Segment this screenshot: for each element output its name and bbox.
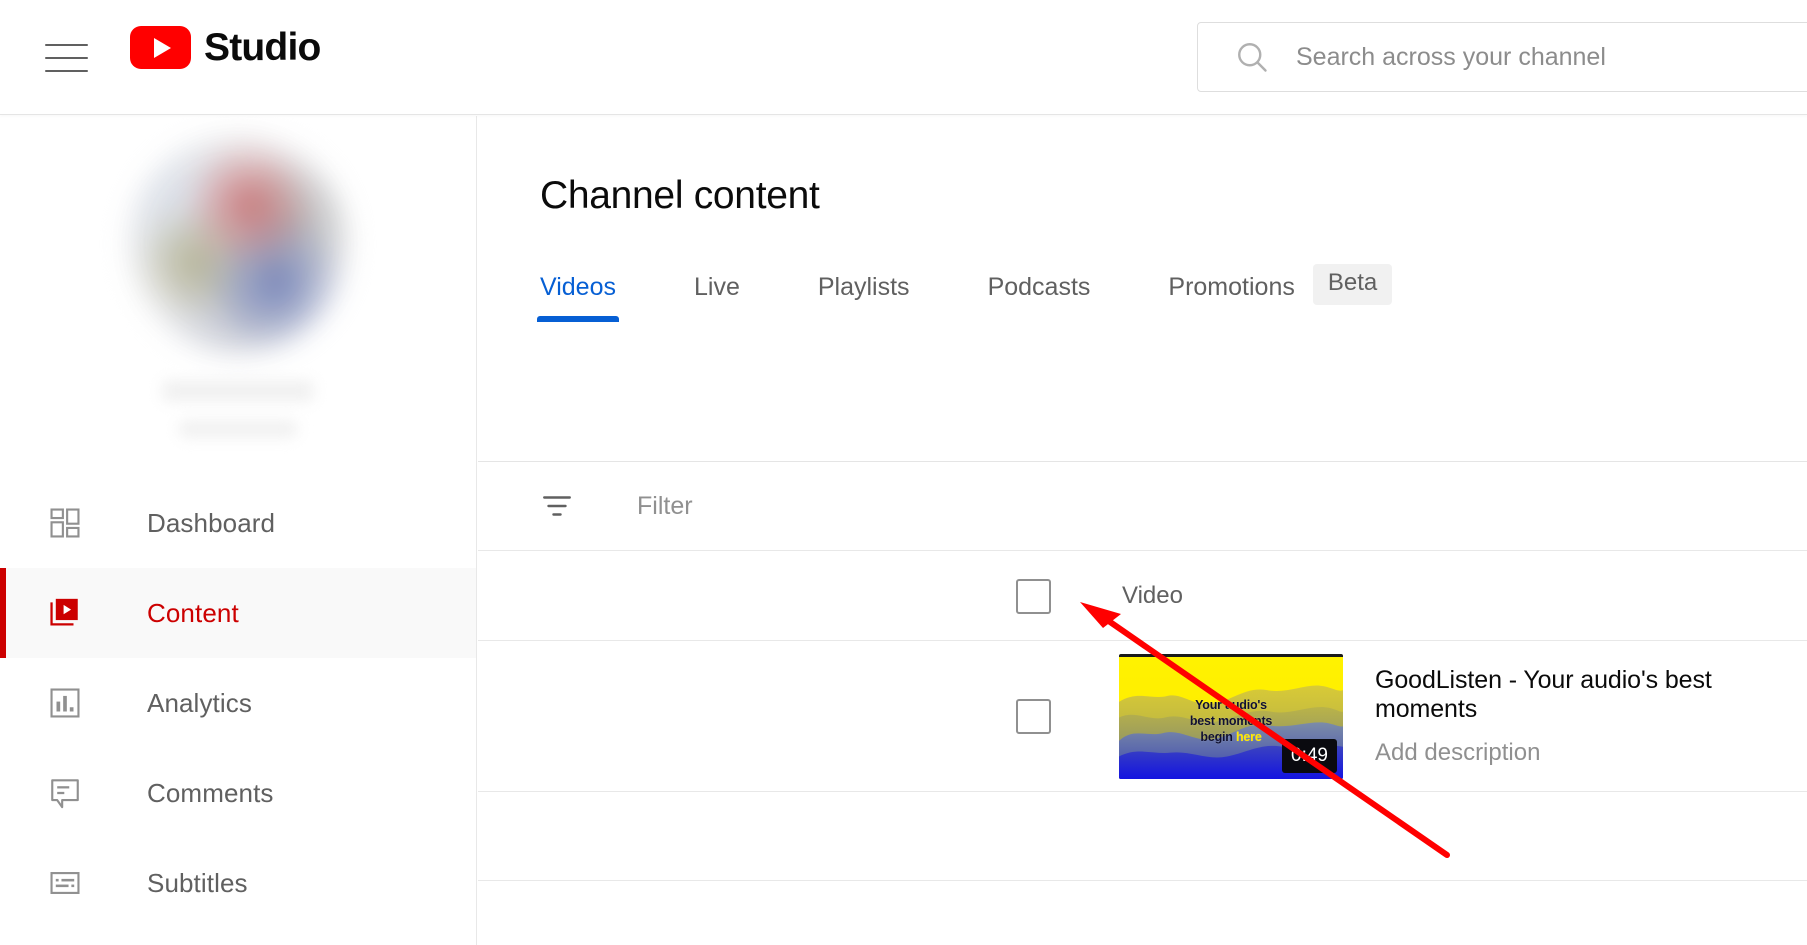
- sidebar-item-label: Content: [147, 597, 239, 628]
- add-description-link[interactable]: Add description: [1375, 739, 1807, 767]
- sidebar-item-analytics[interactable]: Analytics: [0, 658, 476, 748]
- thumbnail-line-2: best moments: [1189, 714, 1273, 728]
- hamburger-line: [45, 44, 88, 46]
- main-content-area: Channel content Videos Live Playlists Po…: [478, 116, 1807, 945]
- page-title: Channel content: [540, 174, 820, 217]
- table-empty-row: [478, 793, 1807, 881]
- comments-speech-bubble-icon: [45, 773, 85, 813]
- tab-live[interactable]: Live: [694, 273, 740, 322]
- play-triangle-icon: [154, 37, 171, 58]
- sidebar-item-label: Comments: [147, 777, 274, 808]
- sidebar-item-label: Analytics: [147, 687, 252, 718]
- sidebar-item-comments[interactable]: Comments: [0, 748, 476, 838]
- content-video-stack-icon: [45, 593, 85, 633]
- thumbnail-line-3b: here: [1236, 730, 1262, 744]
- video-meta: GoodListen - Your audio's best moments A…: [1375, 666, 1807, 767]
- thumbnail-line-1: Your audio's: [1195, 698, 1267, 712]
- tab-videos[interactable]: Videos: [537, 273, 619, 322]
- youtube-logo-icon: [130, 26, 191, 69]
- filter-bar[interactable]: Filter: [478, 462, 1807, 551]
- table-header-row: Video: [478, 552, 1807, 641]
- youtube-studio-app: Studio Search across your channel Dashbo…: [0, 0, 1807, 945]
- tab-playlists[interactable]: Playlists: [818, 273, 910, 322]
- video-thumbnail[interactable]: Your audio's best moments begin here 0:4…: [1119, 654, 1343, 779]
- avatar: [128, 134, 348, 354]
- sidebar-item-subtitles[interactable]: Subtitles: [0, 838, 476, 928]
- channel-handle-redacted: [179, 420, 297, 438]
- subtitles-caption-icon: [45, 863, 85, 903]
- row-select-checkbox[interactable]: [1016, 699, 1051, 734]
- search-icon: [1238, 43, 1267, 72]
- tab-promotions[interactable]: Promotions: [1168, 273, 1294, 322]
- tab-podcasts[interactable]: Podcasts: [988, 273, 1091, 322]
- beta-badge[interactable]: Beta: [1312, 264, 1393, 305]
- hamburger-menu-icon[interactable]: [45, 38, 88, 78]
- top-header-bar: Studio: [0, 0, 1807, 115]
- filter-icon[interactable]: [540, 489, 574, 523]
- channel-identity-block[interactable]: [0, 116, 476, 438]
- brand-text: Studio: [204, 26, 321, 69]
- search-input[interactable]: [1296, 42, 1807, 72]
- video-title[interactable]: GoodListen - Your audio's best moments: [1375, 666, 1807, 724]
- channel-search-box[interactable]: [1197, 22, 1807, 92]
- thumbnail-line-3a: begin: [1200, 730, 1236, 744]
- sidebar-nav: Dashboard Content Analytics Comments Sub…: [0, 478, 476, 928]
- channel-name-redacted: [162, 380, 314, 402]
- filter-input[interactable]: Filter: [637, 492, 693, 521]
- hamburger-line: [45, 57, 88, 59]
- video-duration-badge: 0:49: [1282, 739, 1337, 773]
- sidebar-item-dashboard[interactable]: Dashboard: [0, 478, 476, 568]
- thumbnail-caption: Your audio's best moments begin here: [1119, 697, 1343, 745]
- dashboard-grid-icon: [45, 503, 85, 543]
- column-header-video: Video: [1122, 582, 1183, 609]
- table-row[interactable]: Your audio's best moments begin here 0:4…: [478, 642, 1807, 792]
- analytics-bar-chart-icon: [45, 683, 85, 723]
- hamburger-line: [45, 70, 88, 72]
- sidebar-item-content[interactable]: Content: [0, 568, 476, 658]
- select-all-checkbox[interactable]: [1016, 578, 1051, 614]
- sidebar-item-label: Dashboard: [147, 507, 276, 538]
- studio-brand-link[interactable]: Studio: [130, 26, 321, 69]
- content-tabs: Videos Live Playlists Podcasts Promotion…: [537, 260, 1807, 322]
- left-sidebar: Dashboard Content Analytics Comments Sub…: [0, 116, 477, 945]
- sidebar-item-label: Subtitles: [147, 867, 248, 898]
